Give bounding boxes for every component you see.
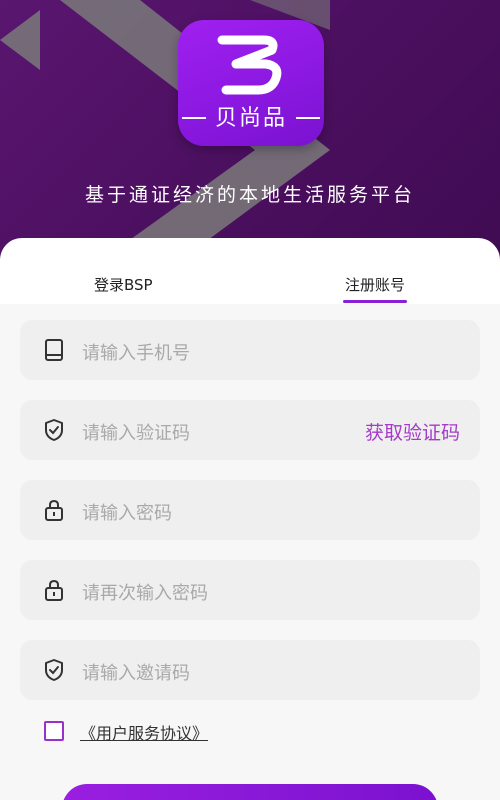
- register-submit-button[interactable]: [62, 784, 438, 800]
- register-form: 请输入手机号 请输入验证码 获取验证码 请输入密码 请再次输入密码 请输入邀请码: [0, 304, 500, 800]
- password-field[interactable]: 请输入密码: [20, 480, 480, 540]
- invite-code-input[interactable]: 请输入邀请码: [82, 659, 190, 685]
- logo-name: 贝尚品: [214, 106, 287, 131]
- agreement-checkbox[interactable]: [44, 721, 64, 741]
- app-logo: 贝尚品: [178, 20, 324, 146]
- tablet-icon: [45, 339, 63, 361]
- password-input[interactable]: 请输入密码: [82, 499, 172, 525]
- get-code-button[interactable]: 获取验证码: [365, 418, 460, 445]
- verification-code-input[interactable]: 请输入验证码: [82, 419, 190, 445]
- shield-check-icon: [45, 659, 63, 681]
- auth-tabs: 登录BSP 注册账号: [0, 238, 500, 304]
- lock-icon: [45, 499, 63, 521]
- phone-input[interactable]: 请输入手机号: [82, 339, 190, 365]
- user-agreement-link[interactable]: 《用户服务协议》: [80, 720, 208, 744]
- invite-code-field[interactable]: 请输入邀请码: [20, 640, 480, 700]
- password-confirm-field[interactable]: 请再次输入密码: [20, 560, 480, 620]
- phone-field[interactable]: 请输入手机号: [20, 320, 480, 380]
- slogan: 基于通证经济的本地生活服务平台: [84, 184, 415, 206]
- verification-code-field[interactable]: 请输入验证码 获取验证码: [20, 400, 480, 460]
- tab-register[interactable]: 注册账号: [345, 274, 405, 295]
- lock-icon: [45, 579, 63, 601]
- shield-check-icon: [45, 419, 63, 441]
- password-confirm-input[interactable]: 请再次输入密码: [82, 579, 208, 605]
- tab-login[interactable]: 登录BSP: [94, 274, 153, 295]
- active-tab-indicator: [343, 300, 407, 303]
- logo-right-line: [296, 117, 320, 119]
- brand-b-icon: [217, 35, 282, 95]
- auth-sheet: 登录BSP 注册账号 请输入手机号 请输入验证码 获取验证码 请输入密码 请再次…: [0, 238, 500, 800]
